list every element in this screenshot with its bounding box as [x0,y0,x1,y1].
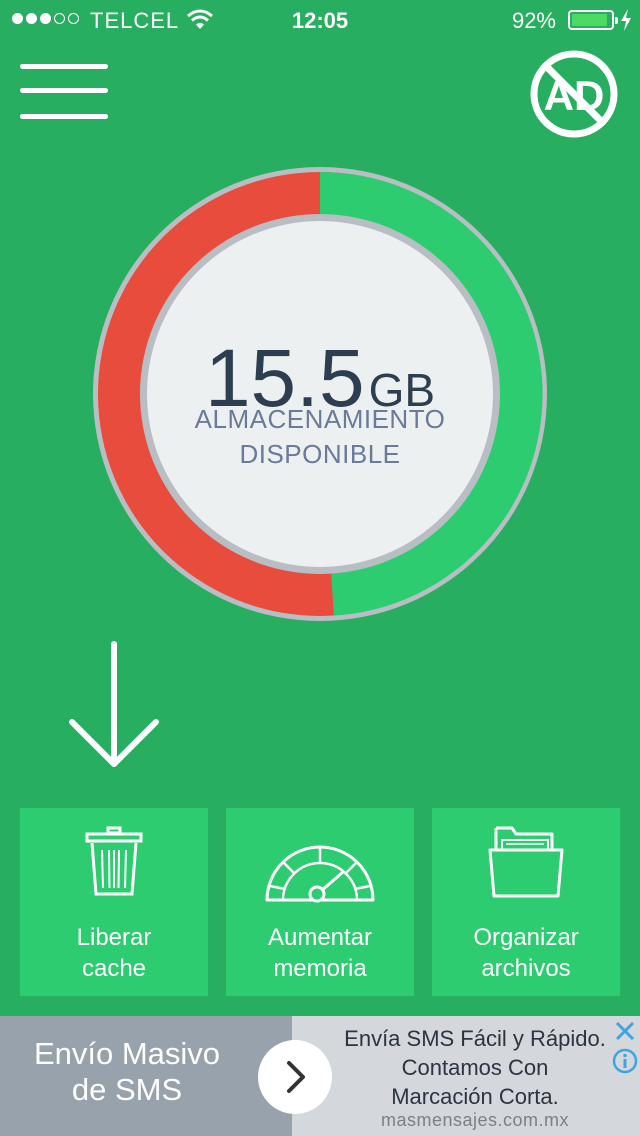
down-arrow-icon [69,641,159,767]
boost-memory-button[interactable]: Aumentar memoria [226,808,414,996]
ad-go-button[interactable] [258,1040,332,1114]
speedometer-icon [265,845,375,903]
ad-close-icon[interactable] [612,1018,638,1044]
hamburger-menu-icon[interactable] [20,64,108,124]
ad-info-icon[interactable] [612,1048,638,1074]
no-ads-icon[interactable]: AD [530,50,618,138]
free-cache-label: Liberar cache [76,924,152,982]
ad-headline: Envío Masivo de SMS [33,1036,221,1107]
battery-percent: 92% [511,8,556,33]
status-bar: TELCEL 12:05 92% [0,0,640,40]
organize-files-label: Organizar archivos [473,924,579,982]
ad-banner[interactable]: Envío Masivo de SMS Envía SMS Fácil y Ráp… [0,1016,640,1136]
ad-domain: masmensajes.com.mx [380,1110,570,1130]
folder-icon [488,826,564,898]
charging-bolt-icon [621,9,631,31]
free-cache-button[interactable]: Liberar cache [20,808,208,996]
trash-icon [85,826,143,896]
boost-memory-label: Aumentar memoria [267,924,373,982]
battery-icon [568,10,618,30]
ad-body: Envía SMS Fácil y Rápido. Contamos Con Mar… [344,1026,606,1109]
chevron-right-icon [287,1061,305,1093]
ad-left-panel[interactable]: Envío Masivo de SMS [0,1016,292,1136]
storage-readout: 15.5GB ALMACENAMIENTO DISPONIBLE [140,214,500,574]
storage-label: ALMACENAMIENTO DISPONIBLE [194,404,446,469]
organize-files-button[interactable]: Organizar archivos [432,808,620,996]
action-tiles: Liberar cache Aumentar memoria Organizar… [20,808,620,996]
